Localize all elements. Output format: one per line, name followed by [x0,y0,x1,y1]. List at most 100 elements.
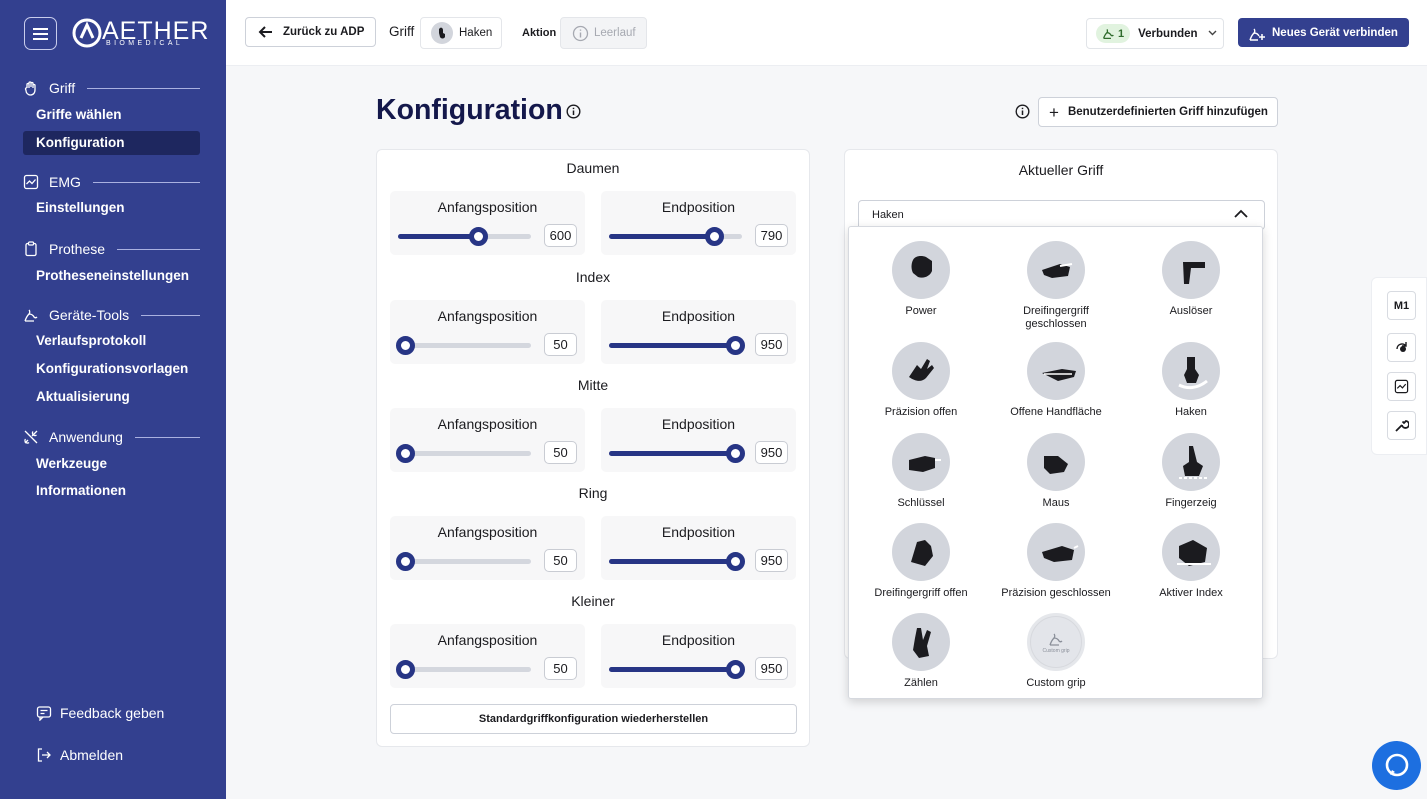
slider-value-input[interactable]: 950 [755,441,788,464]
slider-track[interactable] [395,336,531,355]
slider-value-input[interactable]: 950 [755,549,788,572]
slider-value-input[interactable]: 50 [544,333,577,356]
slider-value-input[interactable]: 950 [755,333,788,356]
grip-option[interactable]: Offene Handfläche [996,342,1116,419]
feedback-link[interactable]: Feedback geben [36,705,164,721]
finger-title: Index [575,269,611,285]
slider-thumb[interactable] [705,227,725,246]
connection-dropdown[interactable]: 1 Verbunden [1086,18,1224,49]
slider-thumb[interactable] [726,552,746,571]
grip-option[interactable]: Schlüssel [861,433,981,510]
grip-option[interactable]: Maus [996,433,1116,510]
connect-new-device-button[interactable]: Neues Gerät verbinden [1238,18,1409,47]
finger-end-slider-group: Endposition 950 [601,408,796,472]
sidebar-item-konfiguration[interactable]: Konfiguration [23,131,200,155]
slider-thumb[interactable] [395,660,415,679]
finger-start-slider-group: Anfangsposition 600 [390,191,585,255]
grip-option-label: Custom grip [1026,677,1086,689]
tools-button[interactable] [1387,411,1416,440]
grip-value: Haken [459,27,493,39]
logo-mark-icon [72,18,102,48]
slider-fill [609,343,736,348]
slider-value-input[interactable]: 950 [755,657,788,680]
slider-track[interactable] [609,552,746,571]
slider-track[interactable] [395,444,531,463]
sidebar-item-verlaufsprotokoll[interactable]: Verlaufsprotokoll [23,329,200,353]
slider-label: Endposition [661,416,736,432]
info-icon[interactable] [566,104,581,119]
divider [134,436,200,438]
grip-hand-icon [1162,433,1220,491]
slider-value-input[interactable]: 790 [755,224,788,247]
emg-chart-button[interactable] [1387,372,1416,401]
grip-option[interactable]: Power [861,241,981,318]
sidebar-item-einstellungen[interactable]: Einstellungen [23,196,200,220]
slider-thumb[interactable] [395,336,415,355]
brand-logo: AETHER BIOMEDICAL [72,18,208,48]
finger-start-slider-group: Anfangsposition 50 [390,516,585,580]
menu-button[interactable] [24,17,57,50]
support-chat-button[interactable] [1372,741,1421,790]
grip-option[interactable]: Fingerzeig [1131,433,1251,510]
slider-track[interactable] [609,227,742,246]
grip-option[interactable]: Auslöser [1131,241,1251,318]
sidebar-item-werkzeuge[interactable]: Werkzeuge [23,452,200,476]
slider-value-input[interactable]: 50 [544,441,577,464]
slider-thumb[interactable] [395,552,415,571]
info-icon[interactable] [1015,104,1030,119]
chat-icon [1385,753,1408,776]
wrench-icon [1395,420,1409,432]
section-label: Prothese [49,241,106,257]
sidebar-item-konfigurationsvorlagen[interactable]: Konfigurationsvorlagen [23,357,200,381]
grip-hand-icon [892,613,950,671]
sidebar-item-protheseneinstellungen[interactable]: Protheseneinstellungen [23,264,200,288]
current-grip-chip[interactable]: Haken [420,17,502,49]
reset-default-config-button[interactable]: Standardgriffkonfiguration wiederherstel… [390,704,797,734]
slider-track[interactable] [609,336,746,355]
slider-track[interactable] [609,444,746,463]
slider-thumb[interactable] [726,336,746,355]
slider-thumb[interactable] [726,660,746,679]
logout-link[interactable]: Abmelden [36,747,123,763]
slider-track[interactable] [395,660,531,679]
action-value: Leerlauf [594,27,636,39]
slider-track[interactable] [395,552,531,571]
grip-hand-icon [1027,433,1085,491]
m1-button[interactable]: M1 [1387,291,1416,320]
finger-title: Mitte [577,377,609,393]
plus-icon: + [1049,102,1059,122]
sidebar-item-griffe-waehlen[interactable]: Griffe wählen [23,103,200,127]
slider-value-input[interactable]: 50 [544,657,577,680]
grip-option[interactable]: Präzision geschlossen [996,523,1116,600]
tools-icon [23,429,39,445]
slider-thumb[interactable] [726,444,746,463]
slider-thumb[interactable] [395,444,415,463]
grip-hand-icon [1162,241,1220,299]
add-custom-grip-button[interactable]: + Benutzerdefinierten Griff hinzufügen [1038,97,1278,127]
hamburger-icon [33,27,48,40]
grip-option[interactable]: Custom grip Custom grip [996,613,1116,690]
sidebar-item-aktualisierung[interactable]: Aktualisierung [23,385,200,409]
grip-hand-icon [1027,241,1085,299]
grip-option[interactable]: Aktiver Index [1131,523,1251,600]
slider-thumb[interactable] [468,227,488,246]
slider-track[interactable] [398,227,531,246]
custom-grip-tiny-label: Custom grip [1042,647,1070,654]
device-count: 1 [1118,27,1125,40]
slider-value-input[interactable]: 50 [544,549,577,572]
current-grip-title: Aktueller Griff [1018,162,1104,178]
grip-option[interactable]: Zählen [861,613,981,690]
grip-option[interactable]: Dreifingergriff offen [861,523,981,600]
slider-value-input[interactable]: 600 [544,224,577,247]
section-label: Griff [49,80,76,96]
grip-option[interactable]: Dreifingergriff geschlossen [996,241,1116,331]
grip-option[interactable]: Haken [1131,342,1251,419]
section-emg: EMG [23,172,200,192]
calibration-button[interactable] [1387,333,1416,362]
back-to-adp-button[interactable]: Zurück zu ADP [245,17,376,47]
grip-option[interactable]: Präzision offen [861,342,981,419]
grip-option-label: Dreifingergriff geschlossen [1023,305,1089,330]
slider-track[interactable] [609,660,746,679]
sidebar-item-informationen[interactable]: Informationen [23,479,200,503]
grip-hand-icon [1027,523,1085,581]
